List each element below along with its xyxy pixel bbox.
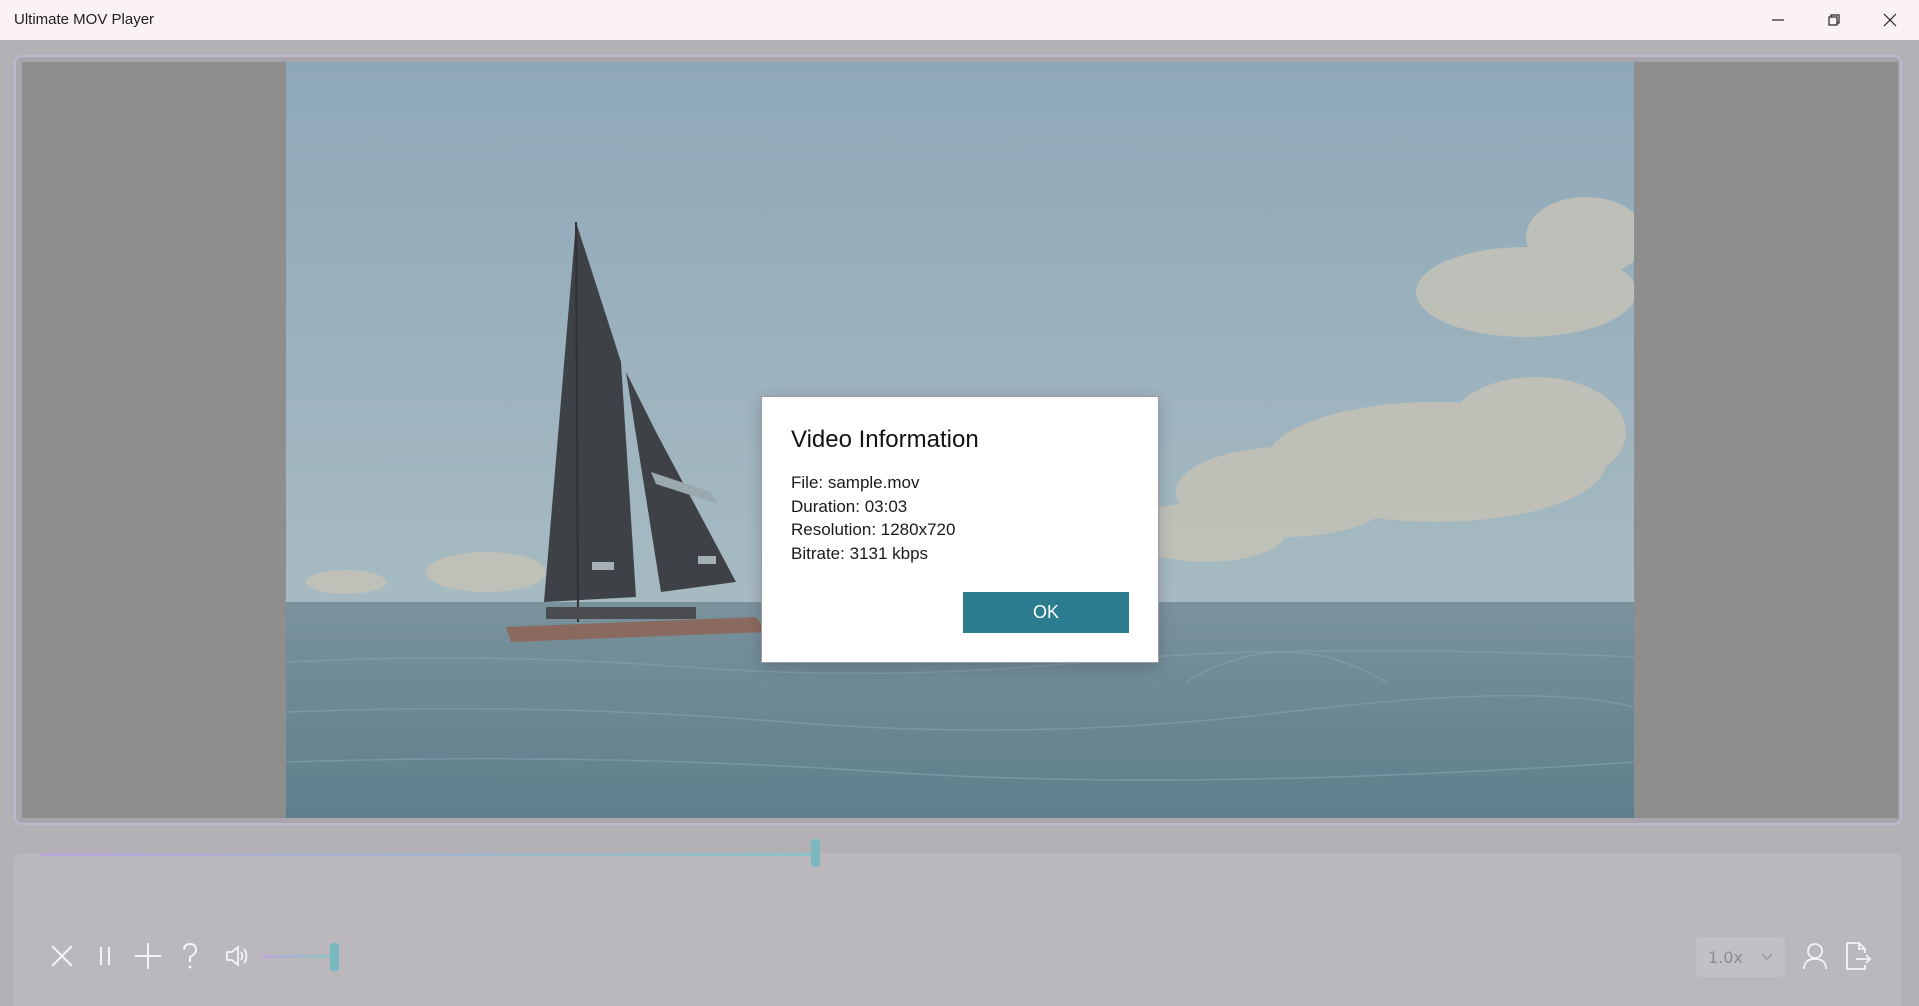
export-button[interactable] (1840, 938, 1876, 974)
add-file-button[interactable] (130, 938, 166, 974)
help-icon (183, 942, 198, 969)
volume-button[interactable] (220, 938, 256, 974)
close-icon (51, 945, 73, 967)
seek-bar-track[interactable] (40, 853, 816, 856)
export-file-icon (1846, 942, 1872, 970)
restore-icon (1828, 14, 1840, 26)
app-window: Ultimate MOV Player 1.0x Video Informati… (0, 0, 1919, 1006)
duration-text: Duration: 03:03 (791, 496, 908, 516)
restore-button[interactable] (1806, 0, 1862, 40)
dialog-details: File: sample.mov Duration: 03:03 Resolut… (791, 471, 955, 565)
seek-bar-thumb[interactable] (810, 839, 820, 867)
ok-button[interactable]: OK (963, 592, 1129, 633)
volume-slider-track[interactable] (262, 955, 335, 958)
playback-speed-select[interactable]: 1.0x (1696, 937, 1785, 977)
bitrate-text: Bitrate: 3131 kbps (791, 543, 929, 563)
chevron-down-icon (1761, 953, 1773, 961)
video-information-dialog: Video Information File: sample.mov Durat… (761, 396, 1159, 663)
help-button[interactable] (172, 938, 208, 974)
playback-speed-value: 1.0x (1708, 947, 1743, 967)
file-name-text: File: sample.mov (791, 473, 920, 492)
pause-button[interactable] (87, 938, 123, 974)
volume-slider-thumb[interactable] (329, 943, 339, 971)
resolution-text: Resolution: 1280x720 (791, 520, 956, 539)
minimize-icon (1772, 19, 1784, 21)
minimize-button[interactable] (1750, 0, 1806, 40)
volume-icon (226, 945, 248, 967)
plus-icon (135, 943, 161, 969)
app-title: Ultimate MOV Player (14, 11, 155, 28)
close-video-button[interactable] (44, 938, 80, 974)
account-button[interactable] (1797, 938, 1833, 974)
close-icon (1883, 13, 1897, 27)
dialog-title: Video Information (791, 426, 979, 453)
title-bar: Ultimate MOV Player (0, 0, 1919, 40)
controls-panel (14, 853, 1902, 1006)
close-window-button[interactable] (1862, 0, 1918, 40)
person-icon (1803, 943, 1827, 970)
pause-icon (100, 947, 110, 965)
